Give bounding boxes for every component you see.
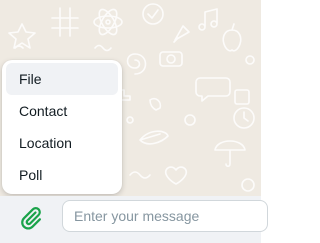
message-composer [0,196,268,243]
paperclip-icon [21,207,41,230]
message-input[interactable] [62,200,268,232]
menu-item-location[interactable]: Location [6,127,118,159]
menu-item-poll[interactable]: Poll [6,159,118,191]
attachment-menu: File Contact Location Poll [2,60,122,194]
attach-button[interactable] [15,202,47,234]
menu-item-contact[interactable]: Contact [6,95,118,127]
menu-item-file[interactable]: File [6,63,118,95]
